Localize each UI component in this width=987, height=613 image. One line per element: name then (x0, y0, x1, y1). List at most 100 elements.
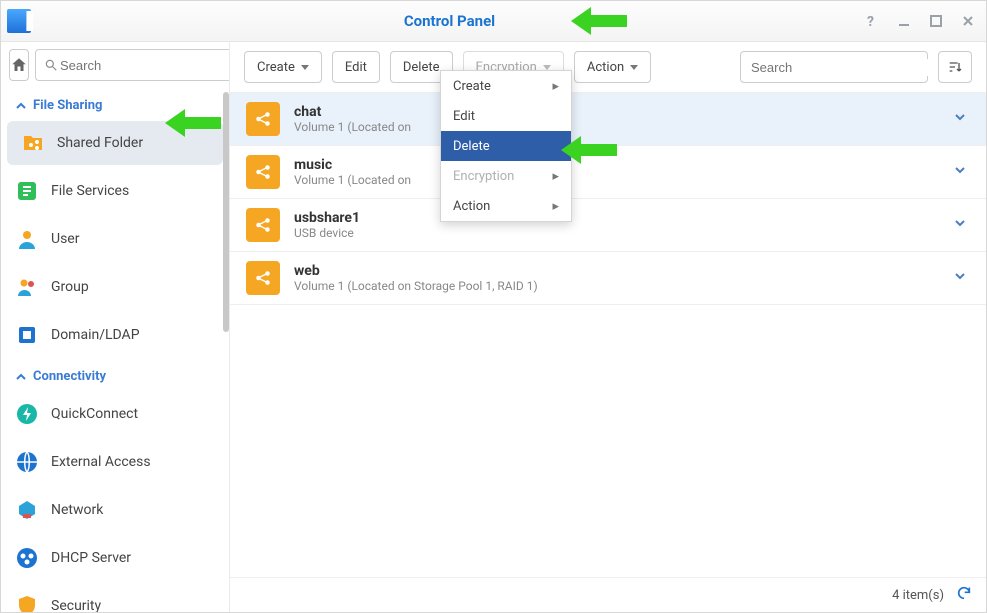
folder-name: chat (294, 104, 950, 120)
maximize-button[interactable] (922, 7, 950, 35)
chevron-down-icon[interactable] (950, 216, 970, 234)
action-button[interactable]: Action (574, 51, 651, 83)
sidebar-section-file-sharing[interactable]: File Sharing (1, 88, 229, 119)
sidebar-item-label: Shared Folder (57, 135, 143, 151)
share-icon (246, 261, 280, 295)
sort-icon (947, 59, 963, 75)
domain-icon (15, 323, 39, 347)
shared-folder-row[interactable]: webVolume 1 (Located on Storage Pool 1, … (230, 252, 986, 305)
group-icon (15, 275, 39, 299)
refresh-button[interactable] (956, 585, 972, 605)
chevron-right-icon: ▸ (552, 199, 559, 214)
statusbar: 4 item(s) (230, 577, 986, 612)
sidebar-section-label: File Sharing (33, 98, 102, 113)
sidebar-item-label: QuickConnect (51, 406, 138, 422)
main-panel: Create Edit Delete Encryption Action cha… (230, 42, 986, 612)
button-label: Action (587, 60, 624, 75)
quickconnect-icon (15, 402, 39, 426)
share-icon (246, 155, 280, 189)
sidebar-item-network[interactable]: Network (1, 486, 229, 534)
shared-folder-row[interactable]: chatVolume 1 (Located on (230, 93, 986, 146)
sort-button[interactable] (938, 51, 972, 83)
context-menu-create[interactable]: Create▸ (441, 71, 571, 101)
button-label: Delete (403, 60, 440, 75)
chevron-up-icon (15, 100, 27, 112)
sidebar-item-file-services[interactable]: File Services (1, 167, 229, 215)
file-services-icon (15, 179, 39, 203)
sidebar-search-input[interactable] (58, 57, 230, 74)
folder-subtitle: Volume 1 (Located on (294, 120, 950, 134)
svg-text:?: ? (867, 14, 874, 29)
sidebar-item-security[interactable]: Security (1, 582, 229, 612)
shield-icon (15, 594, 39, 612)
edit-button[interactable]: Edit (332, 51, 380, 83)
sidebar-item-user[interactable]: User (1, 215, 229, 263)
sidebar-section-connectivity[interactable]: Connectivity (1, 359, 229, 390)
help-button[interactable]: ? (858, 7, 886, 35)
dhcp-icon (15, 546, 39, 570)
sidebar-item-label: DHCP Server (51, 550, 131, 566)
share-icon (246, 102, 280, 136)
folder-subtitle: Volume 1 (Located on (294, 173, 950, 187)
home-button[interactable] (9, 49, 29, 81)
sidebar-item-quickconnect[interactable]: QuickConnect (1, 390, 229, 438)
toolbar: Create Edit Delete Encryption Action (230, 42, 986, 93)
context-menu-encryption: Encryption ▸ (441, 161, 571, 191)
folder-name: web (294, 263, 950, 279)
button-label: Create (257, 60, 295, 75)
toolbar-search[interactable] (740, 51, 928, 83)
create-button[interactable]: Create (244, 51, 322, 83)
context-menu-label: Edit (453, 109, 475, 124)
chevron-down-icon[interactable] (950, 269, 970, 287)
network-icon (15, 498, 39, 522)
context-menu-delete[interactable]: Delete (441, 131, 571, 161)
sidebar-scrollbar[interactable] (223, 92, 229, 332)
user-icon (15, 227, 39, 251)
chevron-down-icon[interactable] (950, 110, 970, 128)
shared-folder-row[interactable]: usbshare1USB device (230, 199, 986, 252)
refresh-icon (956, 585, 972, 601)
toolbar-search-input[interactable] (749, 59, 929, 76)
close-button[interactable] (954, 7, 982, 35)
chevron-right-icon: ▸ (552, 169, 559, 184)
caret-down-icon (543, 65, 551, 70)
context-menu-label: Action (453, 199, 490, 214)
chevron-up-icon (15, 371, 27, 383)
sidebar-item-label: Network (51, 502, 103, 518)
item-count: 4 item(s) (892, 588, 944, 603)
context-menu-label: Delete (453, 139, 490, 154)
share-icon (246, 208, 280, 242)
sidebar-item-label: Security (51, 598, 101, 612)
minimize-button[interactable] (890, 7, 918, 35)
sidebar-item-domain-ldap[interactable]: Domain/LDAP (1, 311, 229, 359)
caret-down-icon (630, 65, 638, 70)
context-menu-action[interactable]: Action ▸ (441, 191, 571, 221)
folder-subtitle: Volume 1 (Located on Storage Pool 1, RAI… (294, 279, 950, 293)
sidebar-item-group[interactable]: Group (1, 263, 229, 311)
sidebar-item-external-access[interactable]: External Access (1, 438, 229, 486)
folder-name: music (294, 157, 950, 173)
app-icon (7, 9, 31, 33)
context-menu-edit[interactable]: Edit (441, 101, 571, 131)
sidebar-item-dhcp[interactable]: DHCP Server (1, 534, 229, 582)
sidebar-search[interactable] (35, 49, 230, 81)
sidebar-item-label: External Access (51, 454, 151, 470)
folder-name: usbshare1 (294, 210, 950, 226)
button-label: Edit (345, 60, 367, 75)
globe-icon (15, 450, 39, 474)
sidebar-item-shared-folder[interactable]: Shared Folder (7, 121, 223, 165)
sidebar-item-label: Domain/LDAP (51, 327, 140, 343)
shared-folder-row[interactable]: musicVolume 1 (Located on (230, 146, 986, 199)
context-menu-label: Encryption (453, 169, 514, 184)
context-menu: Create▸ Edit Delete Encryption ▸ Action ▸ (440, 70, 572, 222)
sidebar: File Sharing Shared Folder File Services… (1, 42, 230, 612)
sidebar-item-label: User (51, 231, 79, 247)
window-title: Control Panel (41, 12, 858, 30)
folder-icon (21, 131, 45, 155)
sidebar-item-label: Group (51, 279, 89, 295)
search-icon (44, 58, 58, 72)
caret-down-icon (301, 65, 309, 70)
chevron-down-icon[interactable] (950, 163, 970, 181)
context-menu-label: Create (453, 79, 491, 94)
shared-folder-list: chatVolume 1 (Located onmusicVolume 1 (L… (230, 93, 986, 577)
